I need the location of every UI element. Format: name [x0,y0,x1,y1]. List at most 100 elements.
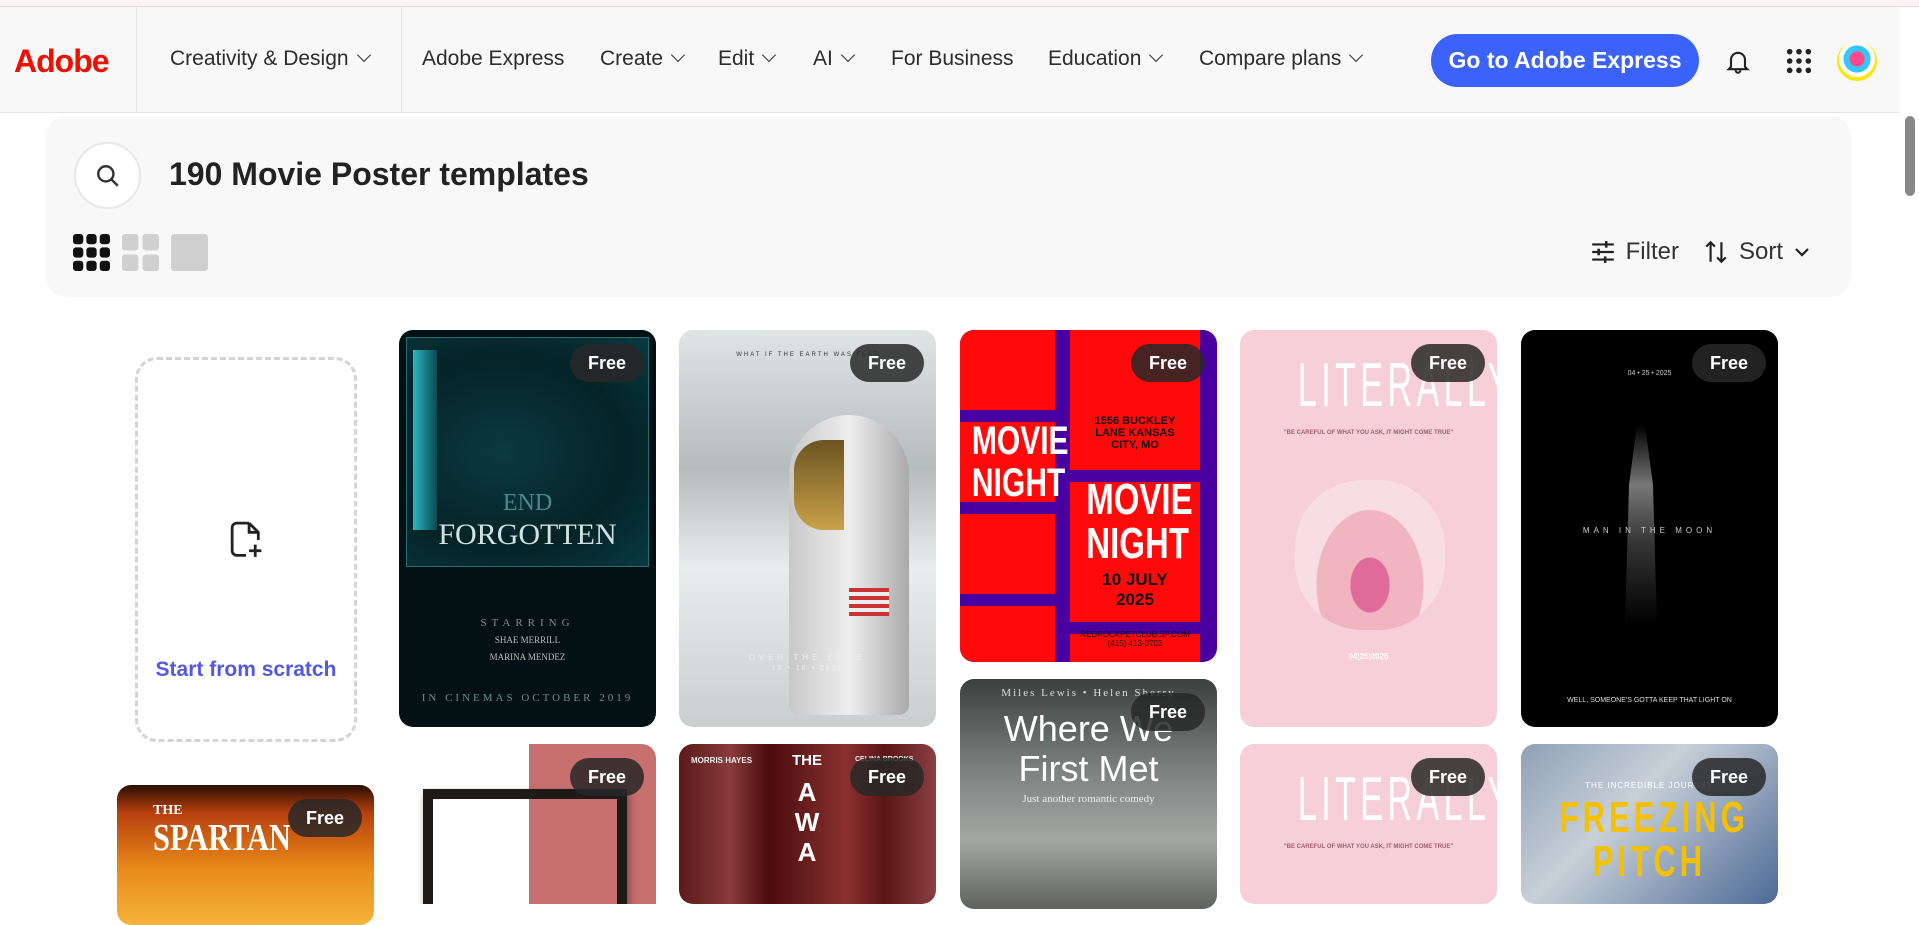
nav-label: Adobe Express [422,47,565,70]
poster-text: MORRIS HAYES [691,756,753,765]
poster-text: "BE CAREFUL OF WHAT YOU ASK, IT MIGHT CO… [1283,430,1454,436]
divider [401,7,402,113]
free-badge: Free [570,344,644,382]
nav-compare-plans[interactable]: Compare plans [1199,47,1364,71]
poster-text: MAN IN THE MOON [1582,526,1717,535]
medium-grid-view-icon[interactable] [122,234,159,271]
free-badge: Free [850,758,924,796]
browser-top-strip [0,0,1919,7]
nav-label: Edit [718,47,755,70]
filter-sliders-icon [1591,241,1614,263]
poster-text: STARRING [480,617,575,629]
template-card[interactable]: LITERALLY "BE CAREFUL OF WHAT YOU ASK, I… [1240,744,1497,904]
start-from-scratch-card[interactable]: Start from scratch [135,357,357,742]
global-nav: Adobe Creativity & Design Adobe Express … [0,7,1900,113]
new-file-icon [230,521,262,557]
user-avatar[interactable] [1837,41,1877,81]
free-badge: Free [1411,758,1485,796]
sort-label: Sort [1738,238,1783,265]
free-badge: Free [570,758,644,796]
template-card[interactable]: 04 • 25 • 2025 MAN IN THE MOON WELL, SOM… [1521,330,1778,727]
poster-text: SHAE MERRILL [494,635,561,645]
poster-text: FREEZING [1559,793,1749,842]
sort-arrows-icon [1705,240,1727,264]
scrollbar-thumb[interactable] [1905,116,1915,196]
nav-education[interactable]: Education [1048,47,1164,71]
poster-text: THE [792,752,822,769]
poster-text: Just another romantic comedy [1022,793,1155,805]
poster-text: AWA [794,777,820,867]
template-card[interactable]: END FORGOTTEN STARRING SHAE MERRILL MARI… [399,330,656,727]
filter-button[interactable]: Filter [1590,238,1679,266]
nav-edit[interactable]: Edit [718,47,777,71]
poster-text: WELL, SOMEONE'S GOTTA KEEP THAT LIGHT ON [1567,697,1732,704]
search-icon [96,164,119,187]
nav-for-business[interactable]: For Business [891,47,1014,71]
small-grid-view-icon[interactable] [73,234,110,271]
poster-text: IN CINEMAS OCTOBER 2019 [421,692,634,704]
template-card[interactable]: MORRIS HAYES THEAWA CELINA BROOKS Free [679,744,936,904]
nav-creativity-design[interactable]: Creativity & Design [170,47,371,71]
free-badge: Free [1692,758,1766,796]
nav-label: Compare plans [1199,47,1342,70]
poster-text: 10 JULY 2025 [1102,570,1168,609]
poster-text: MOVIE [1086,475,1193,524]
chevron-down-icon [1795,248,1809,257]
start-from-scratch-label: Start from scratch [155,658,337,681]
nav-adobe-express[interactable]: Adobe Express [422,47,564,71]
poster-text: NIGHT [1086,519,1189,568]
template-card[interactable]: WHAT IF THE EARTH WAS FLAT OVER THE EDGE… [679,330,936,727]
scrollbar[interactable] [1900,113,1919,887]
template-card[interactable]: MOVIE NIGHT MOVIE NIGHT 1556 BUCKLEY LANE … [960,330,1217,662]
poster-text: END [502,490,553,516]
poster-text: REDROCKPETCLUB.SP.COM [1080,630,1190,639]
free-badge: Free [1692,344,1766,382]
nav-label: Education [1048,47,1142,70]
free-badge: Free [288,799,362,837]
view-size-toggle [73,234,208,271]
poster-text: 1556 BUCKLEY LANE KANSAS CITY, MO [1094,415,1176,451]
go-to-adobe-express-button[interactable]: Go to Adobe Express [1431,34,1699,87]
poster-text: SPARTAN [153,817,291,859]
adobe-logo[interactable]: Adobe [14,43,110,80]
free-badge: Free [1131,693,1205,731]
template-card[interactable]: Miles Lewis • Helen Sherry Where We Firs… [960,679,1217,909]
free-badge: Free [1411,344,1485,382]
poster-text: MOVIE [971,419,1069,463]
poster-text: PITCH [1592,837,1707,886]
chevron-down-icon [840,47,855,63]
nav-label: AI [813,47,833,70]
large-view-icon[interactable] [171,234,208,271]
search-panel: 190 Movie Poster templates Filter Sort [46,116,1851,297]
poster-text: OVER THE EDGE [748,653,867,662]
poster-text: "BE CAREFUL OF WHAT YOU ASK, IT MIGHT CO… [1283,844,1454,850]
free-badge: Free [850,344,924,382]
free-badge: Free [1131,344,1205,382]
bell-icon[interactable] [1724,47,1752,75]
template-card[interactable]: Free [399,744,656,904]
chevron-down-icon [762,47,777,63]
chevron-down-icon [670,47,686,63]
nav-label: Create [600,47,664,70]
sort-button[interactable]: Sort [1703,238,1811,266]
nav-ai[interactable]: AI [813,47,855,71]
page-title: 190 Movie Poster templates [169,156,589,192]
apps-grid-icon[interactable] [1785,47,1813,75]
nav-create[interactable]: Create [600,47,686,71]
poster-text: (415) 413-0703 [1107,639,1163,648]
poster-text: FORGOTTEN [438,518,617,551]
chevron-down-icon [356,47,371,63]
template-card[interactable]: LITERALLY "BE CAREFUL OF WHAT YOU ASK, I… [1240,330,1497,727]
divider [136,7,137,113]
filter-label: Filter [1625,238,1679,265]
chevron-down-icon [1349,47,1364,63]
poster-text: NIGHT [971,461,1066,505]
poster-text: MARINA MENDEZ [489,652,566,662]
nav-label: Creativity & Design [170,47,349,70]
poster-text: 04|25|2025 [1348,652,1389,661]
template-card[interactable]: THE INCREDIBLE JOURNEY FREEZING PITCH Fre… [1521,744,1778,904]
poster-text: 10 • 18 • 2021 [771,665,844,672]
template-card[interactable]: THE SPARTAN Free [117,785,374,925]
nav-label: For Business [891,47,1014,70]
search-button[interactable] [74,142,141,209]
